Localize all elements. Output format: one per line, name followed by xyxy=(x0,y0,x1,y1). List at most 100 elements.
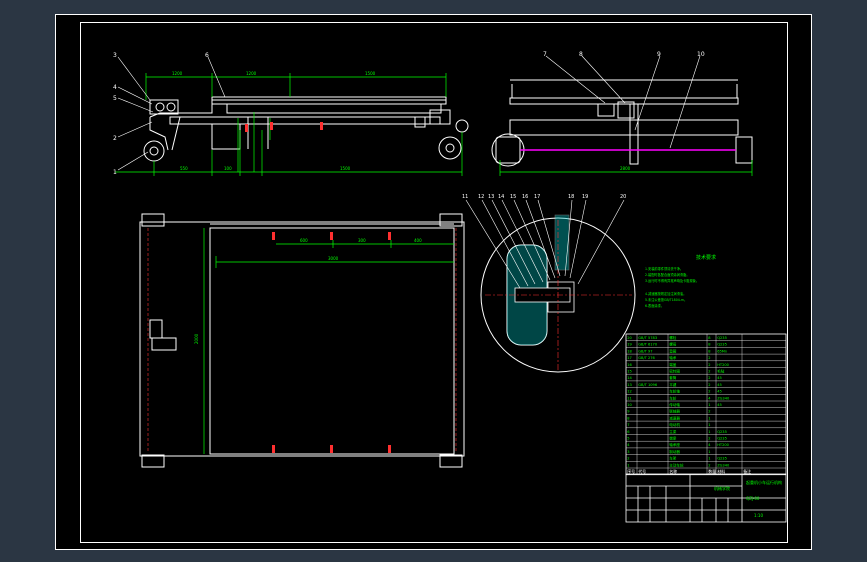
parts-cell: 17 xyxy=(627,356,632,360)
parts-cell: 2 xyxy=(708,410,710,414)
title-scale: 1:10 xyxy=(754,513,763,518)
notes-item-2: 3.运行时不得有异常声响及卡阻现象。 xyxy=(645,278,699,283)
parts-cell: 电动机 xyxy=(669,422,680,427)
title-drawing-no: QZJ-00 xyxy=(746,496,760,501)
callout-detail-3: 14 xyxy=(498,194,504,200)
callout-detail-9: 20 xyxy=(620,194,626,200)
parts-cell: 主梁 xyxy=(669,429,677,434)
parts-cell: GB/T 97 xyxy=(638,349,652,353)
callout-front-4: 2 xyxy=(113,135,117,142)
parts-header-cell: 名称 xyxy=(669,468,677,474)
parts-header-cell: 备注 xyxy=(743,468,751,474)
parts-header-cell: 材料 xyxy=(717,468,725,474)
callout-detail-2: 13 xyxy=(488,194,494,200)
parts-cell: 1 xyxy=(708,450,710,454)
parts-cell: 1 xyxy=(708,457,710,461)
callout-front-1: 6 xyxy=(205,52,209,59)
parts-cell: 车轮 xyxy=(669,395,677,400)
parts-cell: HT200 xyxy=(717,443,729,447)
parts-cell: GB/T 6170 xyxy=(638,343,658,347)
parts-cell: GB/T 276 xyxy=(638,356,655,360)
parts-cell: 65Mn xyxy=(717,349,727,353)
callout-detail-8: 19 xyxy=(582,194,588,200)
parts-cell: 2 xyxy=(708,376,710,380)
notes-item-1: 2.装配时各配合面须涂润滑脂。 xyxy=(645,272,689,277)
title-school: 机械学院 xyxy=(714,485,730,491)
parts-cell: 螺栓 xyxy=(669,335,677,340)
parts-cell: 车架 xyxy=(669,456,677,461)
callout-detail-1: 12 xyxy=(478,194,484,200)
parts-cell: Q235 xyxy=(717,457,727,461)
parts-cell: 45 xyxy=(717,383,722,387)
parts-cell: 20 xyxy=(627,336,632,340)
callout-front-3: 5 xyxy=(113,95,117,102)
parts-cell: 端梁 xyxy=(669,436,677,441)
parts-cell: 2 xyxy=(708,463,710,467)
notes-item-4: 5.未注公差按GB/T1804-m。 xyxy=(645,297,687,302)
parts-cell: ZG340 xyxy=(717,396,730,400)
drawing-sheet: 3 6 4 5 2 1 1200 1200 1500 1500 550 100 xyxy=(55,14,812,550)
parts-cell: 车轮轴 xyxy=(669,389,680,394)
parts-cell: 传动轴 xyxy=(669,402,680,407)
callout-front-0: 3 xyxy=(113,52,117,59)
parts-cell: 2 xyxy=(708,370,710,374)
plan-dim-3: 3000 xyxy=(328,256,339,261)
parts-cell: 45 xyxy=(717,376,722,380)
parts-cell: 3 xyxy=(627,450,629,454)
parts-cell: 2 xyxy=(708,383,710,387)
front-dim-3: 1500 xyxy=(340,166,351,171)
parts-header-cell: 序号 xyxy=(627,468,635,474)
plan-dim-0: 600 xyxy=(300,238,308,243)
parts-cell: 制动器 xyxy=(669,449,680,454)
callout-front-5: 1 xyxy=(113,169,117,176)
parts-cell: 平键 xyxy=(669,382,677,387)
parts-cell: 2 xyxy=(708,356,710,360)
parts-cell: Q235 xyxy=(717,430,727,434)
parts-cell: GB/T 5783 xyxy=(638,336,657,340)
notes-item-0: 1.安装前零件须清洗干净。 xyxy=(645,266,683,271)
parts-cell: 套筒 xyxy=(669,375,677,380)
parts-cell: 45 xyxy=(717,403,722,407)
callout-detail-6: 17 xyxy=(534,194,540,200)
plan-dim-1: 300 xyxy=(358,238,366,243)
parts-cell: 垫圈 xyxy=(669,348,677,353)
plan-dim-4: 2000 xyxy=(194,333,199,344)
notes-item-3: 4.减速器按规定加注润滑油。 xyxy=(645,291,686,296)
front-dim-1: 1200 xyxy=(246,71,257,76)
parts-cell: 18 xyxy=(627,349,632,353)
notes-item-5: 6.表面涂漆。 xyxy=(645,303,664,308)
parts-cell: 19 xyxy=(627,343,632,347)
parts-cell: 5 xyxy=(627,437,629,441)
parts-cell: Q235 xyxy=(717,437,727,441)
parts-cell: 主动车轮 xyxy=(669,462,684,467)
callout-detail-5: 16 xyxy=(522,194,528,200)
parts-cell: 11 xyxy=(627,396,632,400)
parts-cell: 轴承 xyxy=(669,355,677,360)
parts-cell: 轴承座 xyxy=(669,442,680,447)
callout-detail-4: 15 xyxy=(510,194,516,200)
callout-side-0: 7 xyxy=(543,51,547,58)
parts-cell: 12 xyxy=(627,390,632,394)
parts-cell: ZG340 xyxy=(717,463,730,467)
parts-cell: 1 xyxy=(627,463,629,467)
front-dim-2: 1500 xyxy=(365,71,376,76)
parts-cell: 毛毡 xyxy=(717,369,725,374)
callout-side-2: 9 xyxy=(657,51,661,58)
parts-cell: 螺母 xyxy=(669,342,677,347)
parts-cell: 10 xyxy=(627,403,632,407)
title-name: 起重机小车运行机构 xyxy=(746,479,782,485)
parts-cell: 7 xyxy=(627,423,629,427)
front-dim-5: 100 xyxy=(224,166,232,171)
parts-cell: Q235 xyxy=(717,336,727,340)
parts-cell: Q235 xyxy=(717,343,727,347)
parts-header-cell: 数量 xyxy=(708,468,716,474)
callout-detail-7: 18 xyxy=(568,194,574,200)
side-dim-0: 2800 xyxy=(620,166,631,171)
parts-cell: 密封圈 xyxy=(669,369,680,374)
parts-cell: 联轴器 xyxy=(669,409,680,414)
parts-cell: 减速器 xyxy=(669,415,680,420)
callout-detail-0: 11 xyxy=(462,194,468,200)
callout-side-3: 10 xyxy=(697,51,705,58)
parts-cell: GB/T 1096 xyxy=(638,383,658,387)
parts-cell: 2 xyxy=(627,457,629,461)
